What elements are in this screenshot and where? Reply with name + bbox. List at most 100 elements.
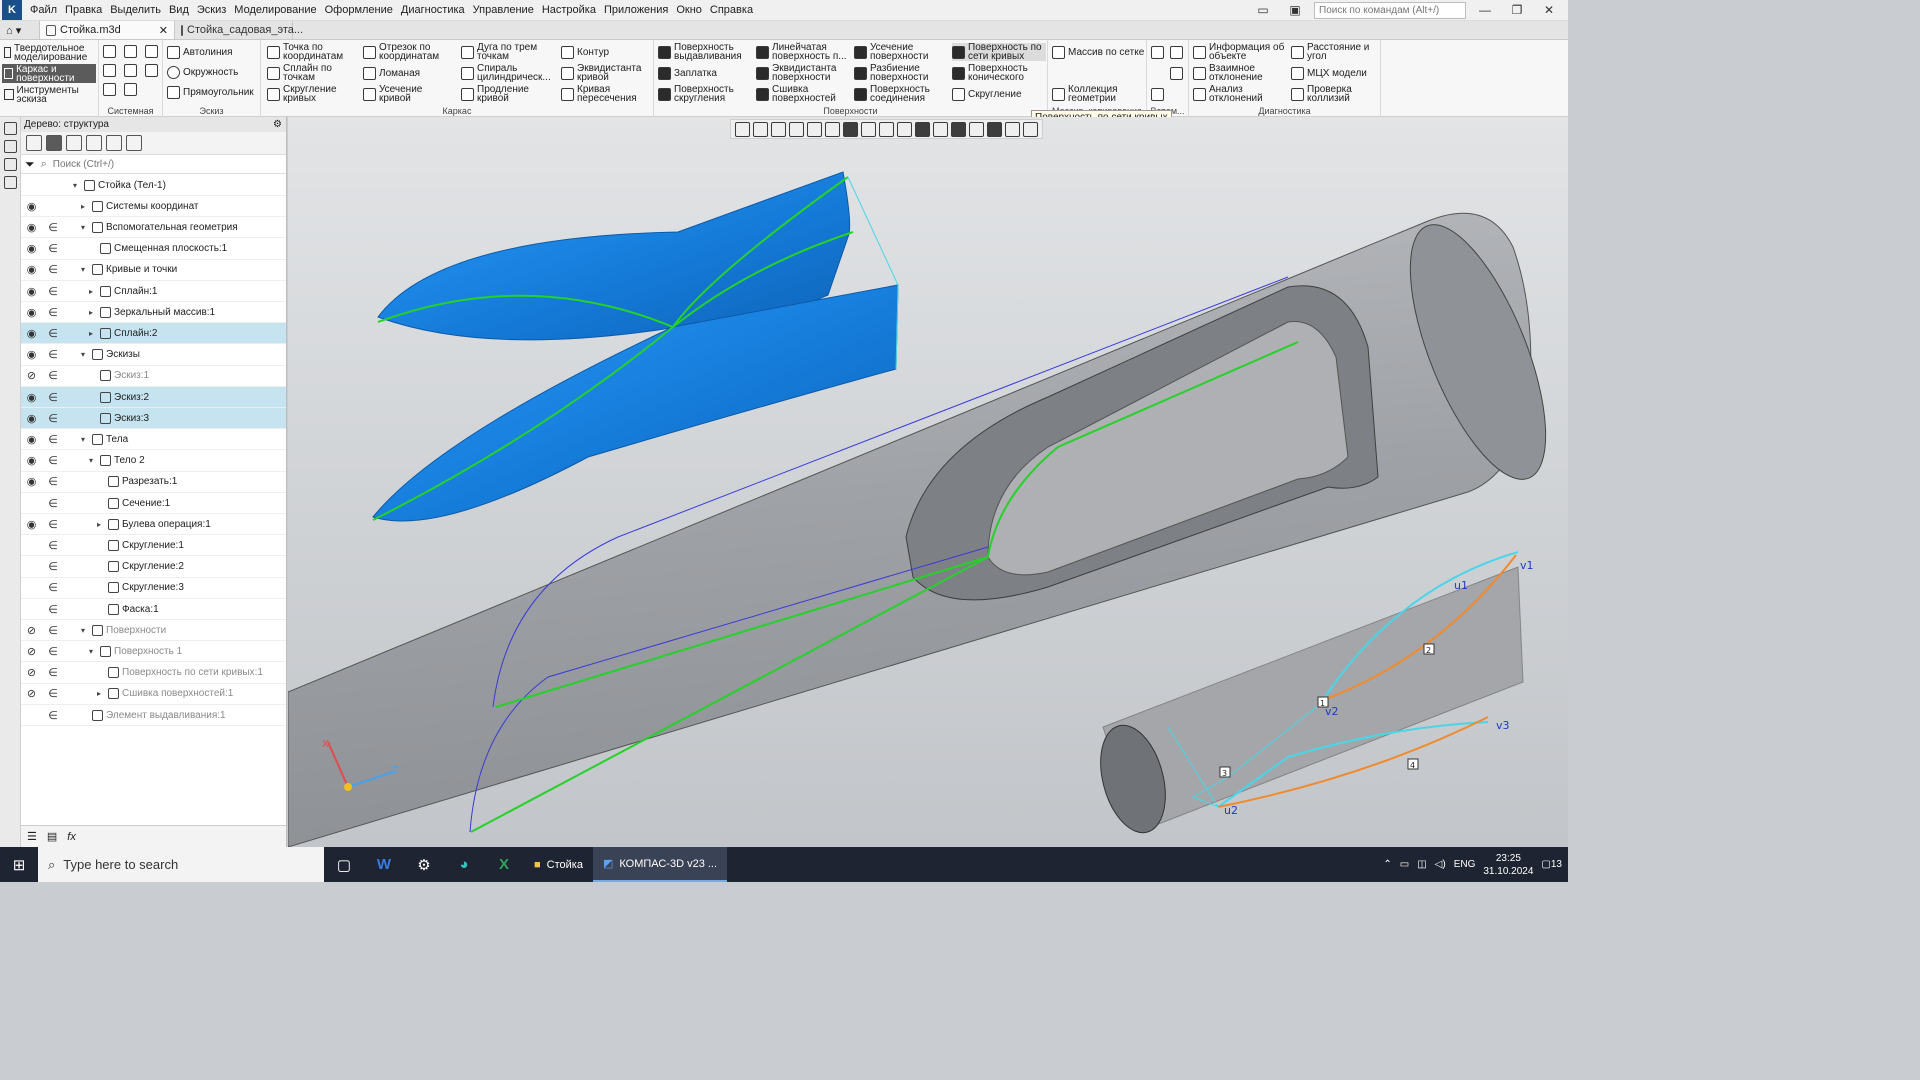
visibility-eye-icon[interactable]: ◉ <box>25 306 38 319</box>
menu-help[interactable]: Справка <box>706 0 757 21</box>
tree-row[interactable]: ◉ ▸ Системы координат <box>21 196 286 218</box>
shaded-view-icon[interactable] <box>843 121 858 137</box>
element-marker-icon[interactable]: ∈ <box>48 645 58 658</box>
layers-icon[interactable] <box>4 176 17 189</box>
visibility-eye-icon[interactable]: ⊘ <box>25 645 38 658</box>
element-marker-icon[interactable]: ∈ <box>48 687 58 700</box>
home-tab[interactable]: ⌂ ▾ <box>0 21 40 39</box>
tree-row[interactable]: ⊘ ∈ ▾ Поверхности <box>21 620 286 642</box>
tree-row[interactable]: ◉ ∈ ▸ Зеркальный массив:1 <box>21 302 286 324</box>
element-marker-icon[interactable]: ∈ <box>48 369 58 382</box>
tree-row[interactable]: ⊘ ∈ Эскиз:1 <box>21 366 286 387</box>
filter-funnel-icon[interactable] <box>987 121 1002 137</box>
tree-row[interactable]: ◉ ∈ ▾ Тело 2 <box>21 451 286 472</box>
tool-point-coords[interactable]: Точка по координатам <box>267 43 359 62</box>
tool-fillet[interactable]: Скругление <box>952 88 1046 101</box>
element-marker-icon[interactable]: ∈ <box>48 560 58 573</box>
tool-knit-surfaces[interactable]: Сшивка поверхностей <box>756 85 852 104</box>
visibility-eye-icon[interactable]: ◉ <box>25 242 38 255</box>
undo-icon[interactable] <box>103 83 116 96</box>
tool-trim-surface[interactable]: Усечение поверхности <box>854 43 950 62</box>
edge-icon[interactable]: ◕ <box>444 847 484 882</box>
settings-icon[interactable]: ⚙ <box>404 847 444 882</box>
tool-join-surface[interactable]: Поверхность соединения <box>854 85 950 104</box>
tree-row[interactable]: ◉ ∈ ▸ Сплайн:1 <box>21 281 286 302</box>
tree-build-order-icon[interactable] <box>46 135 62 151</box>
tool-distance-angle[interactable]: Расстояние и угол <box>1291 43 1379 62</box>
tool-extrude-surface[interactable]: Поверхность выдавливания <box>658 43 753 62</box>
open-folder-icon[interactable] <box>124 45 137 58</box>
expand-arrow-icon[interactable]: ▸ <box>89 287 93 296</box>
close-icon[interactable]: ✕ <box>1536 3 1562 17</box>
tool-fillet-surface[interactable]: Поверхность скругления <box>658 85 753 104</box>
element-marker-icon[interactable]: ∈ <box>48 306 58 319</box>
language-indicator[interactable]: ENG <box>1454 859 1476 870</box>
eraser-icon[interactable] <box>1023 121 1038 137</box>
volume-icon[interactable]: ◁) <box>1435 859 1446 870</box>
tree-panel-icon[interactable] <box>4 122 17 135</box>
visibility-eye-icon[interactable]: ⊘ <box>25 666 38 679</box>
rotate-icon[interactable] <box>807 121 822 137</box>
visibility-eye-icon[interactable]: ◉ <box>25 412 38 425</box>
tab-stoika[interactable]: Стойка.m3d ✕ <box>40 21 175 39</box>
layout-icon[interactable]: ▭ <box>1250 3 1276 17</box>
tool-aux-3[interactable] <box>1170 67 1183 80</box>
tool-offset-surface[interactable]: Эквидистанта поверхности <box>756 64 852 83</box>
menu-design[interactable]: Оформление <box>321 0 397 21</box>
element-marker-icon[interactable]: ∈ <box>48 518 58 531</box>
expand-arrow-icon[interactable]: ▾ <box>81 350 85 359</box>
tree-row[interactable]: ◉ ∈ Разрезать:1 <box>21 472 286 493</box>
tree-row[interactable]: ◉ ∈ ▾ Эскизы <box>21 345 286 366</box>
element-marker-icon[interactable]: ∈ <box>48 391 58 404</box>
command-search-input[interactable]: Поиск по командам (Alt+/) <box>1314 1 1466 19</box>
visibility-eye-icon[interactable]: ◉ <box>25 433 38 446</box>
tree-search-input[interactable] <box>52 158 273 170</box>
fx-footer-icon[interactable]: fx <box>67 831 76 843</box>
visibility-eye-icon[interactable]: ◉ <box>25 221 38 234</box>
tool-collision-check[interactable]: Проверка коллизий <box>1291 85 1379 104</box>
taskbar-app-kompas[interactable]: ◩ КОМПАС-3D v23 ... <box>592 847 728 882</box>
tool-intersection-curve[interactable]: Кривая пересечения <box>561 85 651 104</box>
expand-arrow-icon[interactable]: ▸ <box>81 202 85 211</box>
tool-object-info[interactable]: Информация об объекте <box>1193 43 1289 62</box>
visibility-eye-icon[interactable]: ◉ <box>25 348 38 361</box>
layers-view-icon[interactable] <box>969 121 984 137</box>
tree-filter-icon[interactable] <box>66 135 82 151</box>
tool-mutual-deviation[interactable]: Взаимное отклонение <box>1193 64 1289 83</box>
tree-row[interactable]: ∈ Фаска:1 <box>21 599 286 620</box>
view-grid-icon[interactable] <box>735 121 750 137</box>
tool-surface-curve-network[interactable]: Поверхность по сети кривых <box>952 43 1046 62</box>
tree-row[interactable]: ◉ ∈ ▾ Вспомогательная геометрия <box>21 217 286 239</box>
start-button[interactable]: ⊞ <box>0 847 38 882</box>
element-marker-icon[interactable]: ∈ <box>48 603 58 616</box>
tool-aux-4[interactable] <box>1151 88 1164 101</box>
menu-diagnostics[interactable]: Диагностика <box>397 0 469 21</box>
visibility-eye-icon[interactable]: ◉ <box>25 285 38 298</box>
curve-display-icon[interactable] <box>915 121 930 137</box>
element-marker-icon[interactable]: ∈ <box>48 285 58 298</box>
gear-icon[interactable]: ⚙ <box>273 117 282 132</box>
network-icon[interactable]: ◫ <box>1417 859 1426 870</box>
tool-trim-curve[interactable]: Усечение кривой <box>363 85 455 104</box>
save-all-icon[interactable] <box>145 64 158 77</box>
tree-row[interactable]: ∈ Элемент выдавливания:1 <box>21 705 286 726</box>
tree-row[interactable]: ◉ ∈ Смещенная плоскость:1 <box>21 239 286 260</box>
tool-contour[interactable]: Контур <box>561 46 651 59</box>
menu-edit[interactable]: Правка <box>61 0 106 21</box>
tree-row[interactable]: ⊘ ∈ Поверхность по сети кривых:1 <box>21 663 286 684</box>
taskbar-app-stoika[interactable]: ■ Стойка <box>524 847 593 882</box>
tree-footer-icon[interactable]: ☰ <box>27 830 37 843</box>
notification-icon[interactable]: ▢13 <box>1541 859 1562 870</box>
tool-spiral[interactable]: Спираль цилиндрическ... <box>461 64 557 83</box>
tool-segment-coords[interactable]: Отрезок по координатам <box>363 43 455 62</box>
3d-viewport[interactable]: u1 v1 v2 v3 u2 1 2 3 4 X Z <box>288 117 1568 847</box>
tree-row[interactable]: ◉ ∈ ▸ Булева операция:1 <box>21 514 286 536</box>
tree-options-icon[interactable] <box>126 135 142 151</box>
menu-file[interactable]: Файл <box>26 0 61 21</box>
visibility-eye-icon[interactable]: ⊘ <box>25 369 38 382</box>
expand-arrow-icon[interactable]: ▸ <box>97 689 101 698</box>
element-marker-icon[interactable]: ∈ <box>48 412 58 425</box>
tree-row[interactable]: ◉ ∈ ▾ Тела <box>21 429 286 451</box>
element-marker-icon[interactable]: ∈ <box>48 475 58 488</box>
tab-stoika-sadovaya[interactable]: Стойка_садовая_эта... <box>175 21 303 39</box>
